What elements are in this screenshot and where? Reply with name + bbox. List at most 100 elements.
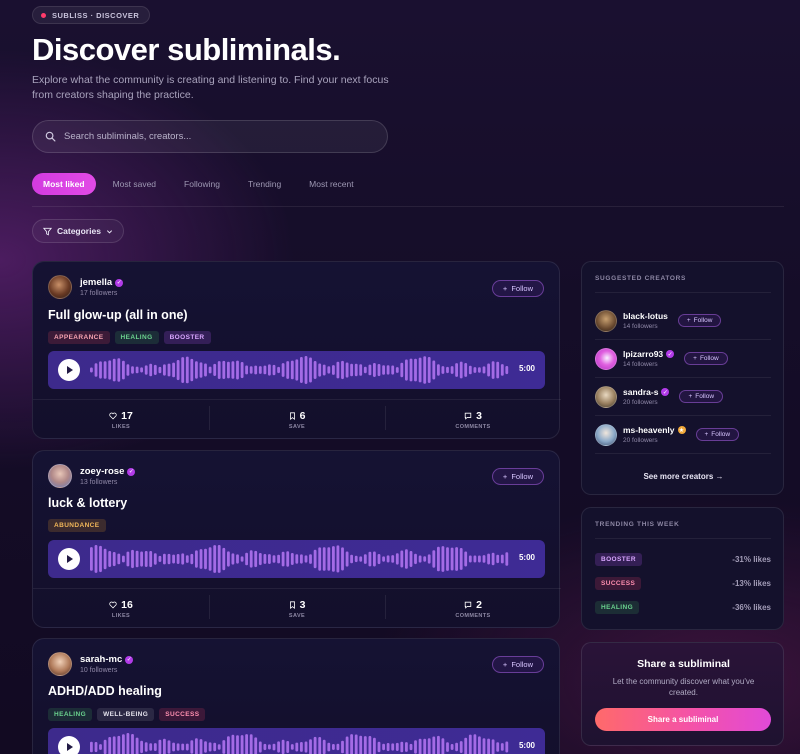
- search-input[interactable]: [64, 131, 364, 142]
- tag[interactable]: BOOSTER: [163, 331, 211, 344]
- tab-most-recent[interactable]: Most recent: [298, 173, 364, 195]
- avatar[interactable]: [595, 309, 617, 332]
- waveform-bar: [90, 547, 93, 571]
- waveform[interactable]: [90, 732, 510, 754]
- waveform[interactable]: [90, 544, 510, 574]
- divider: [595, 292, 771, 293]
- follow-label: Follow: [693, 317, 713, 324]
- card-author[interactable]: sarah-mc ✓ 10 followers: [48, 652, 134, 676]
- creator-row[interactable]: black-lotus 14 followers + Follow: [595, 302, 771, 340]
- tab-following[interactable]: Following: [173, 173, 231, 195]
- waveform-bar: [286, 361, 290, 379]
- play-button[interactable]: [58, 359, 80, 381]
- tag[interactable]: WELL-BEING: [97, 708, 155, 721]
- trending-row[interactable]: SUCCESS -13% likes: [595, 574, 771, 592]
- waveform-bar: [350, 734, 353, 754]
- subliminal-title[interactable]: Full glow-up (all in one): [48, 308, 188, 322]
- waveform-bar: [254, 737, 258, 754]
- creator-row[interactable]: lpizarro93 ✓ 14 followers + Follow: [595, 340, 771, 378]
- author-name[interactable]: zoey-rose ✓: [80, 466, 136, 477]
- waveform-bar: [190, 358, 194, 382]
- tag[interactable]: HEALING: [595, 600, 640, 614]
- follow-button[interactable]: + Follow: [684, 352, 728, 365]
- waveform-bar: [272, 364, 276, 376]
- follow-button[interactable]: + Follow: [695, 428, 740, 441]
- creator-name[interactable]: sandra-s ✓: [623, 387, 670, 397]
- waveform[interactable]: [90, 355, 510, 385]
- follow-button[interactable]: + Follow: [491, 656, 544, 673]
- tag[interactable]: SUCCESS: [159, 708, 206, 721]
- search-bar[interactable]: [32, 120, 388, 153]
- creator-name[interactable]: lpizarro93 ✓: [623, 349, 675, 359]
- save-button[interactable]: 3 SAVE: [209, 589, 385, 628]
- waveform-bar: [468, 365, 472, 375]
- card-author[interactable]: jemella ✓ 17 followers: [48, 275, 124, 299]
- waveform-bar: [199, 549, 203, 569]
- waveform-bar: [254, 365, 258, 375]
- waveform-bar: [505, 366, 509, 375]
- author-name[interactable]: sarah-mc ✓: [80, 654, 134, 665]
- creator-row[interactable]: sandra-s ✓ 20 followers + Follow: [595, 378, 771, 416]
- tag[interactable]: APPEARANCE: [48, 331, 110, 344]
- creator-row[interactable]: ms-heavenly ★ 20 followers + Follow: [595, 416, 771, 454]
- tab-most-saved[interactable]: Most saved: [102, 173, 167, 195]
- waveform-bar: [99, 361, 102, 379]
- subliminal-title[interactable]: luck & lottery: [48, 496, 127, 510]
- bookmark-icon: [289, 600, 295, 609]
- like-button[interactable]: 17 LIKES: [33, 400, 209, 439]
- waveform-bar: [231, 361, 235, 379]
- avatar[interactable]: [595, 347, 617, 370]
- waveform-bar: [496, 554, 500, 564]
- avatar[interactable]: [48, 652, 72, 676]
- play-button[interactable]: [58, 736, 80, 754]
- like-button[interactable]: 16 LIKES: [33, 589, 209, 628]
- waveform-bar: [245, 734, 248, 754]
- tag[interactable]: BOOSTER: [595, 552, 642, 566]
- waveform-bar: [377, 364, 381, 377]
- see-more-creators-link[interactable]: See more creators →: [582, 472, 785, 481]
- waveform-bar: [450, 366, 454, 374]
- follow-button[interactable]: + Follow: [491, 280, 544, 297]
- waveform-bar: [103, 361, 107, 379]
- creator-name[interactable]: ms-heavenly ★: [623, 425, 686, 435]
- play-button[interactable]: [58, 548, 80, 570]
- avatar[interactable]: [595, 423, 617, 446]
- trending-row[interactable]: HEALING -36% likes: [595, 598, 771, 616]
- save-button[interactable]: 6 SAVE: [209, 400, 385, 439]
- comments-button[interactable]: 2 COMMENTS: [385, 589, 561, 628]
- tab-most-liked[interactable]: Most liked: [32, 173, 96, 195]
- avatar[interactable]: [595, 385, 617, 408]
- waveform-bar: [167, 553, 171, 565]
- share-title: Share a subliminal: [637, 658, 730, 670]
- follow-button[interactable]: + Follow: [677, 314, 722, 327]
- avatar[interactable]: [48, 464, 72, 488]
- share-subliminal-button[interactable]: Share a subliminal: [595, 708, 771, 731]
- follow-button[interactable]: + Follow: [679, 390, 724, 403]
- waveform-bar: [309, 357, 312, 383]
- verified-icon: ✓: [125, 655, 134, 664]
- trending-row[interactable]: BOOSTER -31% likes: [595, 550, 771, 568]
- waveform-bar: [153, 743, 157, 751]
- heart-icon: [109, 601, 117, 608]
- waveform-bar: [446, 547, 449, 571]
- trending-panel: TRENDING THIS WEEK BOOSTER -31% likes SU…: [581, 507, 784, 630]
- follow-button[interactable]: + Follow: [491, 468, 544, 485]
- avatar[interactable]: [48, 275, 72, 299]
- tag[interactable]: HEALING: [48, 708, 93, 721]
- comments-button[interactable]: 3 COMMENTS: [385, 400, 561, 439]
- waveform-bar: [473, 367, 477, 373]
- waveform-bar: [363, 366, 367, 374]
- categories-dropdown[interactable]: Categories: [32, 219, 124, 243]
- tab-trending[interactable]: Trending: [237, 173, 292, 195]
- card-author[interactable]: zoey-rose ✓ 13 followers: [48, 464, 136, 488]
- waveform-bar: [263, 365, 267, 375]
- waveform-bar: [181, 743, 185, 751]
- tag[interactable]: ABUNDANCE: [48, 519, 106, 532]
- author-name[interactable]: jemella ✓: [80, 277, 124, 288]
- tag[interactable]: SUCCESS: [595, 576, 642, 590]
- waveform-bar: [240, 556, 244, 562]
- waveform-bar: [245, 552, 248, 566]
- tag[interactable]: HEALING: [114, 331, 159, 344]
- creator-name[interactable]: black-lotus: [623, 311, 668, 321]
- subliminal-title[interactable]: ADHD/ADD healing: [48, 684, 162, 698]
